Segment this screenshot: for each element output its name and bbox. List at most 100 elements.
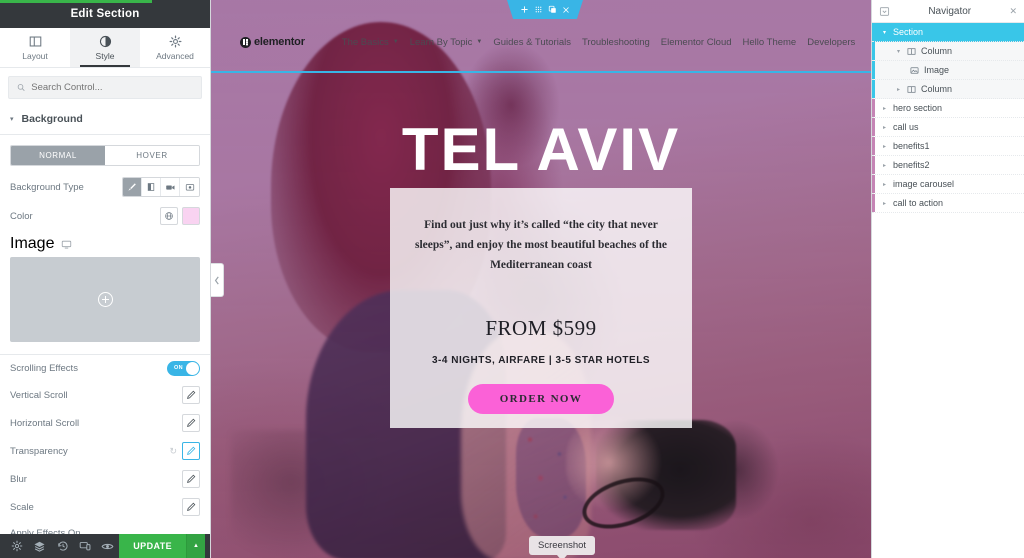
close-icon[interactable]: ✕ (1009, 6, 1017, 17)
nav-item-call-to-action[interactable]: ▸ call to action (872, 194, 1024, 213)
nav-item-benefits1[interactable]: ▸ benefits1 (872, 137, 1024, 156)
pencil-icon (187, 390, 196, 399)
history-clock-icon[interactable] (51, 534, 74, 558)
pencil-icon (187, 418, 196, 427)
widgets-grid-icon[interactable] (188, 8, 200, 20)
nav-item-column-1[interactable]: ▾ Column (872, 42, 1024, 61)
background-controls: NORMAL HOVER Background Type Color Image… (0, 145, 210, 558)
nav-link-the-basics[interactable]: The Basics ▼ (342, 37, 399, 48)
update-button-group: UPDATE ▲ (119, 534, 206, 558)
responsive-mode-icon[interactable] (74, 534, 97, 558)
nav-link-guides-tutorials[interactable]: Guides & Tutorials (493, 37, 571, 48)
state-tab-normal[interactable]: NORMAL (11, 146, 105, 165)
chevron-right-icon[interactable]: ▸ (881, 162, 888, 169)
bg-type-gradient-icon[interactable] (142, 178, 161, 196)
tree-level-bar (872, 80, 875, 98)
offer-card: Find out just why it’s called “the city … (390, 188, 692, 428)
vertical-scroll-row: Vertical Scroll (10, 381, 200, 409)
gear-icon (169, 35, 181, 47)
nav-item-label: hero section (893, 103, 943, 113)
navigator-layers-icon[interactable] (29, 534, 52, 558)
delete-close-icon[interactable] (562, 6, 570, 14)
photo-floral-shape (516, 418, 586, 538)
search-control-box[interactable] (8, 76, 202, 99)
tab-style[interactable]: Style (70, 28, 140, 67)
bg-type-slideshow-icon[interactable] (180, 178, 199, 196)
background-section-header[interactable]: ▾ Background (0, 105, 210, 135)
reset-icon[interactable]: ↻ (169, 446, 177, 457)
nav-item-call-us[interactable]: ▸ call us (872, 118, 1024, 137)
tab-layout[interactable]: Layout (0, 28, 70, 67)
nav-item-benefits2[interactable]: ▸ benefits2 (872, 156, 1024, 175)
background-section-title: Background (21, 113, 83, 125)
screenshot-tooltip: Screenshot (529, 536, 596, 558)
scale-label: Scale (10, 501, 34, 513)
hero-title: TEL AVIV (401, 116, 681, 183)
chevron-down-icon[interactable]: ▾ (895, 48, 902, 55)
desktop-icon[interactable] (61, 239, 72, 250)
chevron-right-icon[interactable]: ▸ (881, 143, 888, 150)
order-now-button[interactable]: ORDER NOW (467, 384, 615, 415)
horizontal-scroll-edit-button[interactable] (182, 414, 200, 432)
chevron-down-icon: ▾ (10, 116, 14, 123)
add-section-icon[interactable] (520, 5, 529, 14)
scale-edit-button[interactable] (182, 498, 200, 516)
bg-type-video-icon[interactable] (161, 178, 180, 196)
panel-collapse-handle[interactable] (211, 263, 224, 297)
nav-item-section[interactable]: ▾ Section (872, 23, 1024, 42)
photo-camera-shape (596, 420, 736, 530)
globe-icon[interactable] (160, 207, 178, 225)
search-input[interactable] (31, 82, 193, 93)
column-icon (907, 47, 916, 56)
preview-eye-icon[interactable] (97, 534, 120, 558)
chevron-right-icon[interactable]: ▸ (881, 124, 888, 131)
screenshot-tooltip-label: Screenshot (529, 536, 596, 555)
toggle-knob (186, 361, 199, 375)
transparency-label: Transparency (10, 445, 68, 457)
chevron-left-icon (214, 276, 219, 284)
update-button[interactable]: UPDATE (119, 534, 187, 558)
state-tab-hover[interactable]: HOVER (105, 146, 199, 165)
chevron-right-icon[interactable]: ▸ (881, 181, 888, 188)
image-label: Image (10, 235, 55, 252)
transparency-row: Transparency ↻ (10, 437, 200, 465)
scrolling-effects-label: Scrolling Effects (10, 362, 78, 374)
nav-item-label: image carousel (893, 179, 955, 189)
minimize-icon[interactable] (879, 6, 890, 17)
color-swatch[interactable] (182, 207, 200, 225)
drag-handle-icon[interactable] (534, 5, 543, 14)
nav-item-image-carousel[interactable]: ▸ image carousel (872, 175, 1024, 194)
pencil-icon (187, 446, 196, 455)
nav-link-elementor-cloud[interactable]: Elementor Cloud (661, 37, 732, 48)
chevron-right-icon[interactable]: ▸ (895, 86, 902, 93)
nav-item-column-2[interactable]: ▸ Column (872, 80, 1024, 99)
bg-type-classic-brush-icon[interactable] (123, 178, 142, 196)
nav-item-hero-section[interactable]: ▸ hero section (872, 99, 1024, 118)
blur-edit-button[interactable] (182, 470, 200, 488)
chevron-right-icon[interactable]: ▸ (881, 105, 888, 112)
chevron-down-icon[interactable]: ▾ (881, 29, 888, 36)
nav-item-image[interactable]: Image (872, 61, 1024, 80)
chevron-right-icon[interactable]: ▸ (881, 200, 888, 207)
vertical-scroll-edit-button[interactable] (182, 386, 200, 404)
nav-item-label: Column (921, 46, 953, 56)
nav-link-troubleshooting[interactable]: Troubleshooting (582, 37, 650, 48)
duplicate-icon[interactable] (548, 5, 557, 14)
nav-link-developers[interactable]: Developers (807, 37, 855, 48)
tab-advanced[interactable]: Advanced (140, 28, 210, 67)
panel-footer-toolbar: UPDATE ▲ (0, 534, 210, 558)
nav-link-hello-theme[interactable]: Hello Theme (743, 37, 797, 48)
update-options-chevron-up-icon[interactable]: ▲ (186, 534, 206, 558)
hamburger-menu-icon[interactable] (10, 9, 24, 20)
horizontal-scroll-row: Horizontal Scroll (10, 409, 200, 437)
scrolling-effects-toggle[interactable]: ON (167, 360, 200, 376)
image-media-dropzone[interactable] (10, 257, 200, 342)
color-controls (160, 207, 200, 225)
settings-gear-icon[interactable] (6, 534, 29, 558)
tab-advanced-label: Advanced (156, 50, 194, 61)
nav-item-label: benefits2 (893, 160, 930, 170)
site-logo[interactable]: elementor (240, 36, 305, 48)
column-icon (907, 85, 916, 94)
transparency-edit-button[interactable] (182, 442, 200, 460)
nav-link-learn-by-topic[interactable]: Learn By Topic ▼ (410, 37, 483, 48)
